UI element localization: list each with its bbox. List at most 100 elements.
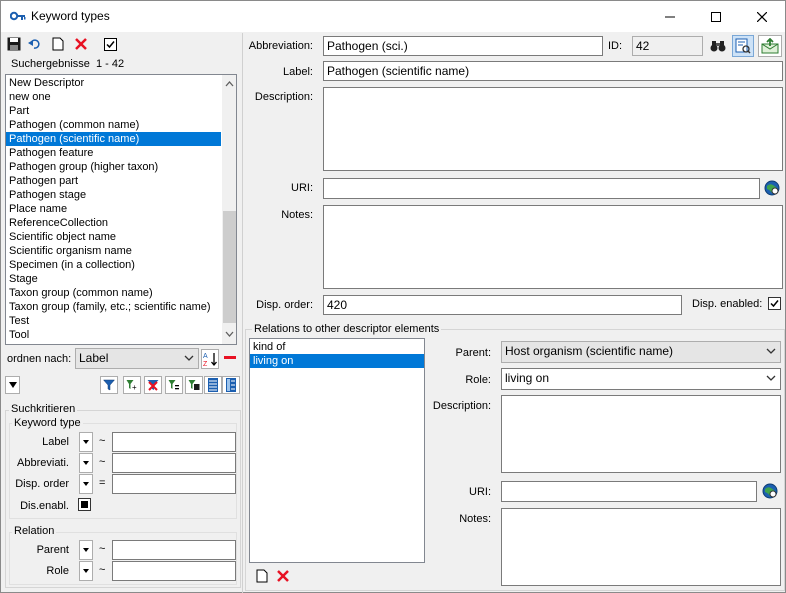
delete-button[interactable] [72, 35, 90, 53]
disp-enabled-checkbox[interactable] [768, 297, 781, 310]
criteria-input[interactable] [112, 474, 236, 494]
relation-list-item[interactable]: living on [250, 354, 424, 368]
role-combo[interactable]: living on [501, 368, 781, 390]
clear-filter-button[interactable] [144, 376, 162, 394]
checkbox-toggle-button[interactable] [101, 35, 119, 53]
list-item[interactable]: Scientific organism name [6, 244, 221, 258]
id-field: 42 [632, 36, 703, 56]
triangle-down-icon [83, 461, 89, 465]
new-relation-button[interactable] [253, 567, 271, 585]
list-item[interactable]: new one [6, 90, 221, 104]
find-button[interactable] [707, 36, 729, 56]
delete-relation-button[interactable] [274, 567, 292, 585]
uri-input[interactable] [323, 178, 760, 199]
disp-order-label: Disp. order: [256, 299, 313, 311]
new-button[interactable] [49, 35, 67, 53]
label-input[interactable]: Pathogen (scientific name) [323, 61, 783, 81]
export-button[interactable] [758, 35, 782, 57]
list-item[interactable]: Stage [6, 272, 221, 286]
triangle-down-icon [83, 548, 89, 552]
criteria-input[interactable] [112, 561, 236, 581]
list-icon [208, 378, 218, 392]
new-document-icon [256, 569, 268, 583]
list-item[interactable]: ReferenceCollection [6, 216, 221, 230]
list-item[interactable]: Scientific object name [6, 230, 221, 244]
description-textarea[interactable] [323, 87, 783, 171]
open-uri-button[interactable] [763, 179, 781, 197]
disp-order-input[interactable]: 420 [323, 295, 682, 315]
list-item[interactable]: Place name [6, 202, 221, 216]
notes-label: Notes: [281, 209, 313, 221]
list-item[interactable]: Pathogen part [6, 174, 221, 188]
results-scrollbar[interactable] [222, 75, 236, 344]
close-button[interactable] [739, 1, 785, 32]
filter-options-button[interactable] [165, 376, 183, 394]
envelope-export-icon [761, 38, 779, 54]
close-icon [757, 11, 767, 22]
undo-button[interactable] [26, 35, 44, 53]
list-item[interactable]: Part [6, 104, 221, 118]
maximize-button[interactable] [693, 1, 739, 32]
chevron-down-icon [766, 348, 776, 354]
relation-uri-input[interactable] [501, 481, 757, 502]
add-filter-button[interactable]: + [123, 376, 141, 394]
relation-group-title: Relation [12, 525, 57, 537]
list-item[interactable]: Pathogen group (higher taxon) [6, 160, 221, 174]
criteria-operator-dropdown[interactable] [79, 474, 93, 494]
splitter[interactable] [242, 33, 243, 593]
minimize-button[interactable] [647, 1, 693, 32]
relations-list[interactable]: kind of living on [249, 338, 425, 563]
criteria-operator-dropdown[interactable] [79, 432, 93, 452]
open-relation-uri-button[interactable] [761, 482, 779, 500]
list-item[interactable]: New Descriptor [6, 76, 221, 90]
relation-notes-textarea[interactable] [501, 508, 781, 586]
list-item[interactable]: Pathogen (common name) [6, 118, 221, 132]
disp-enabled-label: Disp. enabled: [692, 298, 763, 310]
criteria-input[interactable] [112, 432, 236, 452]
relation-description-textarea[interactable] [501, 395, 781, 473]
criteria-operator-dropdown[interactable] [79, 453, 93, 473]
sort-combo[interactable]: Label [75, 348, 199, 369]
remove-sort-button[interactable] [221, 349, 239, 367]
list-item[interactable]: Taxon group (common name) [6, 286, 221, 300]
relation-notes-label: Notes: [459, 513, 491, 525]
list-item[interactable]: Tool [6, 328, 221, 342]
filter-save-button[interactable] [185, 376, 203, 394]
dis-enabl-checkbox[interactable] [78, 498, 91, 511]
list-item[interactable]: Specimen (in a collection) [6, 258, 221, 272]
list-item[interactable]: Pathogen (scientific name) [6, 132, 221, 146]
svg-text:+: + [132, 383, 137, 391]
details-icon [226, 378, 236, 392]
filter-button[interactable] [100, 376, 118, 394]
criteria-operator: = [99, 477, 106, 489]
relation-list-item[interactable]: kind of [250, 340, 424, 354]
preview-button[interactable] [732, 35, 754, 57]
criteria-operator: ~ [99, 435, 106, 447]
sort-direction-button[interactable]: AZ [201, 349, 219, 369]
scroll-down-icon [225, 331, 234, 337]
title-bar: Keyword types [1, 1, 785, 32]
binoculars-icon [710, 41, 726, 52]
scroll-thumb[interactable] [223, 211, 236, 323]
list-item[interactable]: Pathogen stage [6, 188, 221, 202]
notes-textarea[interactable] [323, 205, 783, 289]
checkmark-icon [770, 300, 779, 308]
parent-combo[interactable]: Host organism (scientific name) [501, 341, 781, 363]
list-item[interactable]: Taxon group (family, etc.; scientific na… [6, 300, 221, 314]
abbreviation-input[interactable]: Pathogen (sci.) [323, 36, 603, 56]
list-item[interactable]: Pathogen feature [6, 146, 221, 160]
abbreviation-label: Abbreviation: [248, 40, 313, 52]
label-label: Label: [283, 66, 313, 78]
criteria-label: Abbreviati. [17, 457, 69, 469]
criteria-operator-dropdown[interactable] [79, 561, 93, 581]
list-view-button[interactable] [204, 376, 222, 394]
uri-label: URI: [291, 182, 313, 194]
criteria-operator-dropdown[interactable] [79, 540, 93, 560]
results-list[interactable]: New Descriptor new one Part Pathogen (commo… [5, 74, 237, 345]
list-item[interactable]: Test [6, 314, 221, 328]
detail-view-button[interactable] [222, 376, 240, 394]
criteria-input[interactable] [112, 540, 236, 560]
save-button[interactable] [5, 35, 23, 53]
criteria-input[interactable] [112, 453, 236, 473]
collapse-search-button[interactable] [5, 376, 20, 394]
